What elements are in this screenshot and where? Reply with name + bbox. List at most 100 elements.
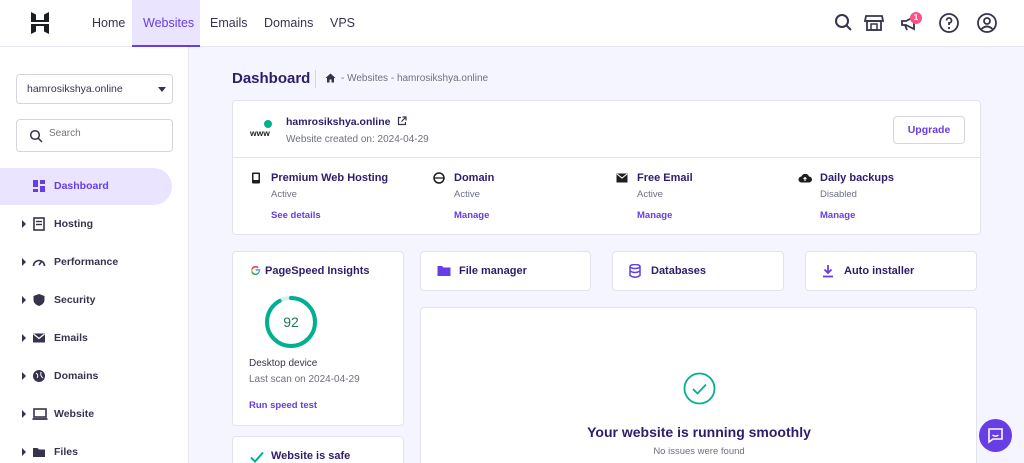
- service-status: Disabled: [820, 189, 857, 200]
- tool-label: File manager: [459, 265, 527, 277]
- pagespeed-last-scan: Last scan on 2024-04-29: [249, 374, 360, 385]
- upgrade-button[interactable]: Upgrade: [893, 116, 965, 144]
- chevron-right-icon: [22, 372, 26, 380]
- nav-vps[interactable]: VPS: [330, 0, 355, 47]
- google-icon: [250, 265, 261, 275]
- chevron-right-icon: [22, 296, 26, 304]
- chevron-right-icon: [22, 448, 26, 456]
- chevron-down-icon: [158, 87, 166, 92]
- website-icon-text: www: [250, 128, 270, 138]
- service-status: Active: [637, 189, 663, 200]
- sidebar-item-website[interactable]: Website: [0, 396, 172, 433]
- website-safe-card[interactable]: Website is safe: [232, 436, 404, 463]
- top-navbar: Home Websites Emails Domains VPS 1: [0, 0, 1024, 47]
- card-divider: [233, 157, 980, 158]
- sidebar-item-files[interactable]: Files: [0, 434, 172, 463]
- nav-websites[interactable]: Websites: [132, 0, 200, 47]
- service-title: Free Email: [637, 172, 693, 184]
- site-created-date: Website created on: 2024-04-29: [286, 134, 429, 145]
- sidebar-item-label: Performance: [54, 256, 119, 268]
- hosting-icon: [33, 217, 45, 231]
- sidebar-item-label: Domains: [54, 370, 99, 382]
- shield-icon: [33, 294, 45, 306]
- search-icon: [29, 129, 43, 143]
- sidebar-item-dashboard[interactable]: Dashboard: [0, 168, 172, 205]
- sidebar-item-emails[interactable]: Emails: [0, 320, 172, 357]
- site-name[interactable]: hamrosikshya.online: [286, 116, 407, 128]
- sidebar-item-label: Files: [54, 446, 78, 458]
- check-icon: [250, 451, 264, 463]
- site-name-text: hamrosikshya.online: [286, 116, 391, 128]
- sidebar-search[interactable]: [16, 119, 173, 152]
- home-icon[interactable]: [325, 73, 336, 83]
- breadcrumb-divider: [315, 70, 316, 88]
- dashboard-icon: [33, 180, 45, 192]
- page-title: Dashboard: [232, 70, 311, 87]
- sidebar-item-hosting[interactable]: Hosting: [0, 206, 172, 243]
- nav-home[interactable]: Home: [92, 0, 125, 47]
- website-selector[interactable]: hamrosikshya.online: [16, 74, 173, 104]
- sidebar-item-domains[interactable]: Domains: [0, 358, 172, 395]
- store-icon[interactable]: [863, 12, 885, 34]
- run-speed-test-link[interactable]: Run speed test: [249, 400, 317, 411]
- database-icon: [629, 264, 641, 278]
- account-icon[interactable]: [976, 12, 998, 34]
- breadcrumb[interactable]: - Websites - hamrosikshya.online: [341, 73, 488, 84]
- file-manager-button[interactable]: File manager: [420, 251, 591, 291]
- service-status: Active: [454, 189, 480, 200]
- search-icon[interactable]: [833, 12, 855, 34]
- manage-email-link[interactable]: Manage: [637, 210, 672, 221]
- sidebar-item-security[interactable]: Security: [0, 282, 172, 319]
- folder-icon: [437, 266, 451, 276]
- service-status: Active: [271, 189, 297, 200]
- sidebar-item-performance[interactable]: Performance: [0, 244, 172, 281]
- chevron-right-icon: [22, 410, 26, 418]
- tool-label: Auto installer: [844, 265, 915, 277]
- search-input[interactable]: [49, 128, 164, 139]
- hostinger-logo[interactable]: [30, 12, 50, 34]
- manage-backups-link[interactable]: Manage: [820, 210, 855, 221]
- globe-icon: [33, 370, 45, 382]
- nav-emails[interactable]: Emails: [210, 0, 248, 47]
- globe-icon: [433, 172, 445, 184]
- chat-button[interactable]: [979, 419, 1012, 452]
- website-status-card: Your website is running smoothly No issu…: [420, 307, 977, 463]
- website-selector-value: hamrosikshya.online: [27, 83, 123, 95]
- mail-icon: [33, 333, 45, 343]
- website-safe-title: Website is safe: [271, 450, 351, 462]
- tool-label: Databases: [651, 265, 707, 277]
- nav-domains[interactable]: Domains: [264, 0, 313, 47]
- mail-icon: [616, 173, 628, 183]
- help-icon[interactable]: [938, 12, 960, 34]
- sidebar-item-label: Website: [54, 408, 95, 420]
- auto-installer-button[interactable]: Auto installer: [805, 251, 977, 291]
- cloud-upload-icon: [798, 173, 812, 183]
- service-title: Domain: [454, 172, 495, 184]
- check-circle-icon: [683, 372, 716, 405]
- sidebar-item-label: Hosting: [54, 218, 94, 230]
- service-title: Daily backups: [820, 172, 894, 184]
- pagespeed-title: PageSpeed Insights: [265, 265, 370, 277]
- status-subtitle: No issues were found: [653, 446, 745, 457]
- chevron-right-icon: [22, 334, 26, 342]
- external-link-icon[interactable]: [397, 116, 407, 126]
- pagespeed-card: PageSpeed Insights 92 Desktop device Las…: [232, 251, 404, 426]
- pagespeed-score: 92: [283, 314, 299, 330]
- notification-badge: 1: [910, 12, 922, 24]
- chevron-right-icon: [22, 220, 26, 228]
- databases-button[interactable]: Databases: [612, 251, 784, 291]
- folder-icon: [33, 448, 45, 457]
- sidebar: hamrosikshya.online Dashboard Hosting Pe…: [0, 47, 189, 463]
- server-icon: [252, 172, 260, 184]
- chat-icon: [988, 428, 1003, 444]
- manage-domain-link[interactable]: Manage: [454, 210, 489, 221]
- download-icon: [823, 265, 833, 278]
- online-status-dot: [264, 120, 272, 128]
- pagespeed-device: Desktop device: [249, 358, 318, 369]
- sidebar-item-label: Security: [54, 294, 96, 306]
- see-details-link[interactable]: See details: [271, 210, 321, 221]
- sidebar-item-label: Dashboard: [54, 180, 109, 192]
- sidebar-item-label: Emails: [54, 332, 88, 344]
- website-overview-card: www hamrosikshya.online Website created …: [232, 100, 981, 235]
- status-title: Your website is running smoothly: [587, 424, 811, 440]
